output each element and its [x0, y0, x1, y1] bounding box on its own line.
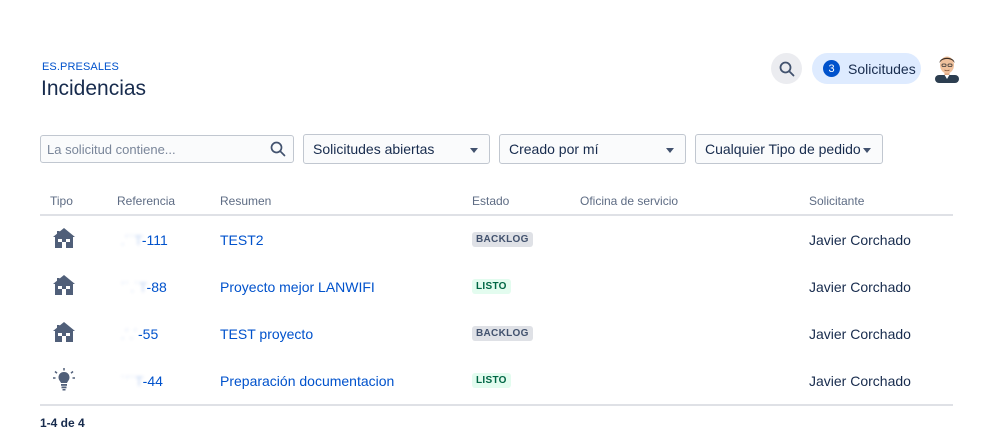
- requester-name: Javier Corchado: [809, 326, 911, 342]
- search-icon: [779, 61, 794, 76]
- creator-filter-value: Creado por mí: [509, 141, 599, 157]
- requests-table: Tipo Referencia Resumen Estado Oficina d…: [40, 186, 953, 406]
- requests-label: Solicitudes: [848, 60, 916, 77]
- chevron-down-icon: [666, 148, 674, 153]
- table-row[interactable]: .´.´-55 TEST proyecto BACKLOG Javier Cor…: [40, 310, 953, 357]
- summary-link[interactable]: TEST2: [220, 232, 264, 248]
- column-header-status[interactable]: Estado: [472, 194, 509, 208]
- type-filter-value: Cualquier Tipo de pedido: [705, 141, 861, 157]
- creator-filter-dropdown[interactable]: Creado por mí: [499, 134, 686, 164]
- search-button[interactable]: [771, 53, 802, 84]
- column-header-requester[interactable]: Solicitante: [809, 194, 864, 208]
- reference-link[interactable]: .´˙T-111: [117, 232, 168, 248]
- house-icon: [53, 228, 75, 248]
- status-filter-value: Solicitudes abiertas: [313, 141, 435, 157]
- page-title: Incidencias: [41, 77, 147, 100]
- status-badge: LISTO: [472, 373, 511, 388]
- column-header-reference[interactable]: Referencia: [117, 194, 175, 208]
- status-badge: BACKLOG: [472, 326, 533, 341]
- requester-name: Javier Corchado: [809, 279, 911, 295]
- summary-link[interactable]: Preparación documentacion: [220, 373, 394, 389]
- search-filter[interactable]: [40, 135, 294, 163]
- requester-name: Javier Corchado: [809, 373, 911, 389]
- table-body: .´˙T-111 TEST2 BACKLOG Javier Corchado ´…: [40, 216, 953, 406]
- pagination-info: 1-4 de 4: [40, 416, 85, 430]
- table-row[interactable]: ´˙.˙T-88 Proyecto mejor LANWIFI LISTO Ja…: [40, 263, 953, 310]
- search-input[interactable]: [41, 136, 261, 162]
- summary-link[interactable]: Proyecto mejor LANWIFI: [220, 279, 375, 295]
- requester-name: Javier Corchado: [809, 232, 911, 248]
- column-header-service-office[interactable]: Oficina de servicio: [580, 194, 678, 208]
- house-icon: [53, 275, 75, 295]
- table-header: Tipo Referencia Resumen Estado Oficina d…: [40, 186, 953, 216]
- requests-button[interactable]: 3 Solicitudes: [812, 53, 921, 84]
- status-badge: BACKLOG: [472, 232, 533, 247]
- lightbulb-icon: [53, 368, 75, 391]
- summary-link[interactable]: TEST proyecto: [220, 326, 313, 342]
- reference-link[interactable]: ´˙.˙T-88: [117, 279, 167, 295]
- reference-link[interactable]: .´.´-55: [117, 326, 158, 342]
- table-row[interactable]: .´˙T-111 TEST2 BACKLOG Javier Corchado: [40, 216, 953, 263]
- requests-count-badge: 3: [823, 60, 840, 77]
- user-avatar-icon: [935, 56, 959, 83]
- breadcrumb[interactable]: ES.PRESALES: [42, 61, 119, 73]
- search-icon[interactable]: [270, 141, 286, 157]
- column-header-type: Tipo: [50, 194, 73, 208]
- chevron-down-icon: [470, 148, 478, 153]
- table-row[interactable]: ˙´˙T-44 Preparación documentacion LISTO …: [40, 357, 953, 404]
- status-filter-dropdown[interactable]: Solicitudes abiertas: [303, 134, 490, 164]
- status-badge: LISTO: [472, 279, 511, 294]
- type-filter-dropdown[interactable]: Cualquier Tipo de pedido: [695, 134, 883, 164]
- column-header-summary[interactable]: Resumen: [220, 194, 271, 208]
- chevron-down-icon: [863, 148, 871, 153]
- avatar[interactable]: [932, 53, 962, 83]
- house-icon: [53, 322, 75, 342]
- reference-link[interactable]: ˙´˙T-44: [117, 373, 163, 389]
